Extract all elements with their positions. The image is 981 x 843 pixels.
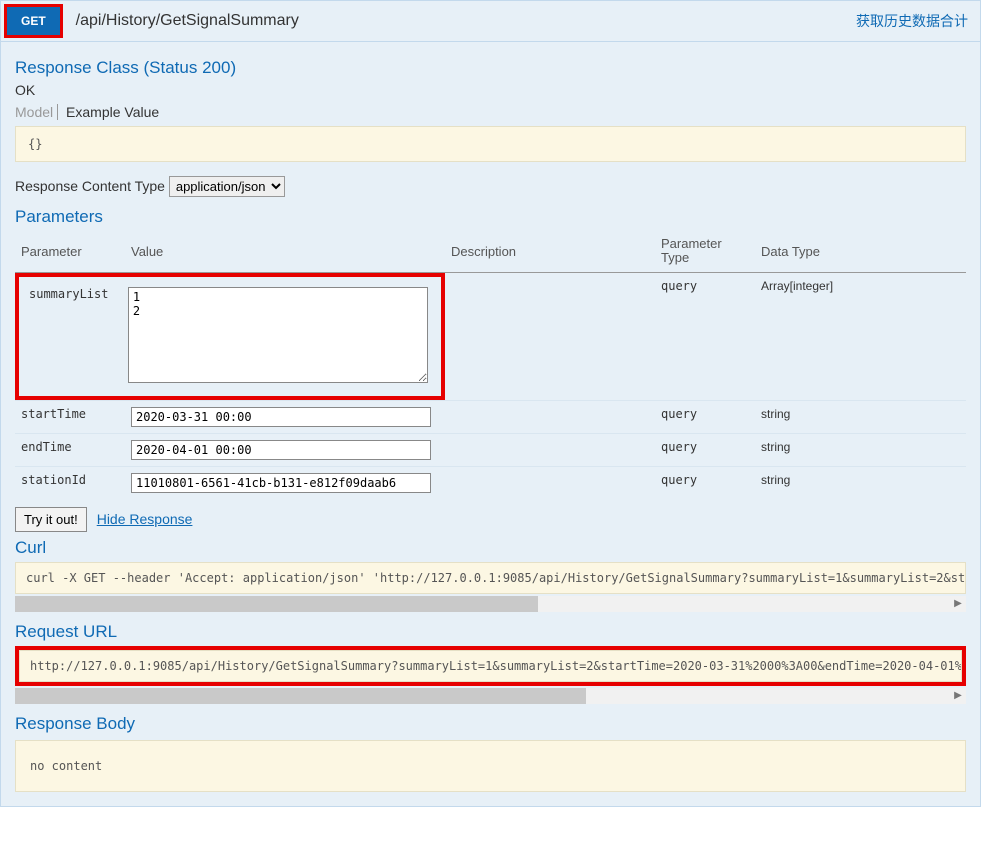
param-name: startTime xyxy=(15,400,125,433)
param-type: query xyxy=(655,400,755,433)
param-datatype: string xyxy=(755,400,966,433)
schema-tabs: Model Example Value xyxy=(15,104,966,120)
response-content-type-select[interactable]: application/json xyxy=(169,176,285,197)
table-row: endTime query string xyxy=(15,433,966,466)
operation-panel: GET /api/History/GetSignalSummary 获取历史数据… xyxy=(0,0,981,807)
col-header-parameter: Parameter xyxy=(15,231,125,272)
param-description xyxy=(445,433,655,466)
response-body-output: no content xyxy=(15,740,966,792)
param-input-starttime[interactable] xyxy=(131,407,431,427)
request-url-highlight: http://127.0.0.1:9085/api/History/GetSig… xyxy=(15,646,966,686)
http-method-badge: GET xyxy=(7,7,60,35)
param-description xyxy=(445,400,655,433)
param-type: query xyxy=(655,433,755,466)
table-row: summaryList query Array[integer] xyxy=(15,272,966,400)
method-badge-highlight: GET xyxy=(4,4,63,38)
summarylist-highlight: summaryList xyxy=(15,273,445,400)
request-url-title: Request URL xyxy=(15,622,966,642)
scroll-right-icon[interactable]: ▶ xyxy=(950,688,966,704)
param-name: stationId xyxy=(15,466,125,499)
param-name: summaryList xyxy=(23,281,122,392)
scrollbar-thumb[interactable] xyxy=(15,596,538,612)
response-class-title: Response Class (Status 200) xyxy=(15,58,966,78)
param-description xyxy=(445,272,655,400)
curl-scrollbar[interactable]: ◀ ▶ xyxy=(15,596,966,612)
response-content-type-row: Response Content Type application/json xyxy=(15,176,966,197)
param-description xyxy=(445,466,655,499)
request-url-scrollbar[interactable]: ◀ ▶ xyxy=(15,688,966,704)
try-it-out-button[interactable]: Try it out! xyxy=(15,507,87,532)
param-input-stationid[interactable] xyxy=(131,473,431,493)
table-row: startTime query string xyxy=(15,400,966,433)
col-header-data-type: Data Type xyxy=(755,231,966,272)
tab-example-value[interactable]: Example Value xyxy=(62,104,159,120)
operation-body: Response Class (Status 200) OK Model Exa… xyxy=(1,42,980,806)
param-datatype: Array[integer] xyxy=(755,272,966,400)
param-name: endTime xyxy=(15,433,125,466)
curl-output: curl -X GET --header 'Accept: applicatio… xyxy=(15,562,966,594)
example-value-box[interactable]: {} xyxy=(15,126,966,162)
tab-model[interactable]: Model xyxy=(15,104,58,120)
scroll-right-icon[interactable]: ▶ xyxy=(950,596,966,612)
param-datatype: string xyxy=(755,466,966,499)
request-url-output: http://127.0.0.1:9085/api/History/GetSig… xyxy=(19,650,962,682)
operation-description: 获取历史数据合计 xyxy=(856,11,980,31)
parameters-title: Parameters xyxy=(15,207,966,227)
curl-title: Curl xyxy=(15,538,966,558)
col-header-value: Value xyxy=(125,231,445,272)
param-input-summarylist[interactable] xyxy=(128,287,428,383)
param-input-endtime[interactable] xyxy=(131,440,431,460)
param-type: query xyxy=(655,272,755,400)
hide-response-link[interactable]: Hide Response xyxy=(97,511,193,527)
scrollbar-thumb[interactable] xyxy=(15,688,586,704)
response-body-title: Response Body xyxy=(15,714,966,734)
response-content-type-label: Response Content Type xyxy=(15,178,165,194)
response-status-text: OK xyxy=(15,82,966,98)
parameters-table: Parameter Value Description ParameterTyp… xyxy=(15,231,966,499)
operation-header[interactable]: GET /api/History/GetSignalSummary 获取历史数据… xyxy=(1,1,980,42)
endpoint-path: /api/History/GetSignalSummary xyxy=(66,12,856,30)
param-type: query xyxy=(655,466,755,499)
param-datatype: string xyxy=(755,433,966,466)
col-header-parameter-type: ParameterType xyxy=(655,231,755,272)
table-row: stationId query string xyxy=(15,466,966,499)
col-header-description: Description xyxy=(445,231,655,272)
